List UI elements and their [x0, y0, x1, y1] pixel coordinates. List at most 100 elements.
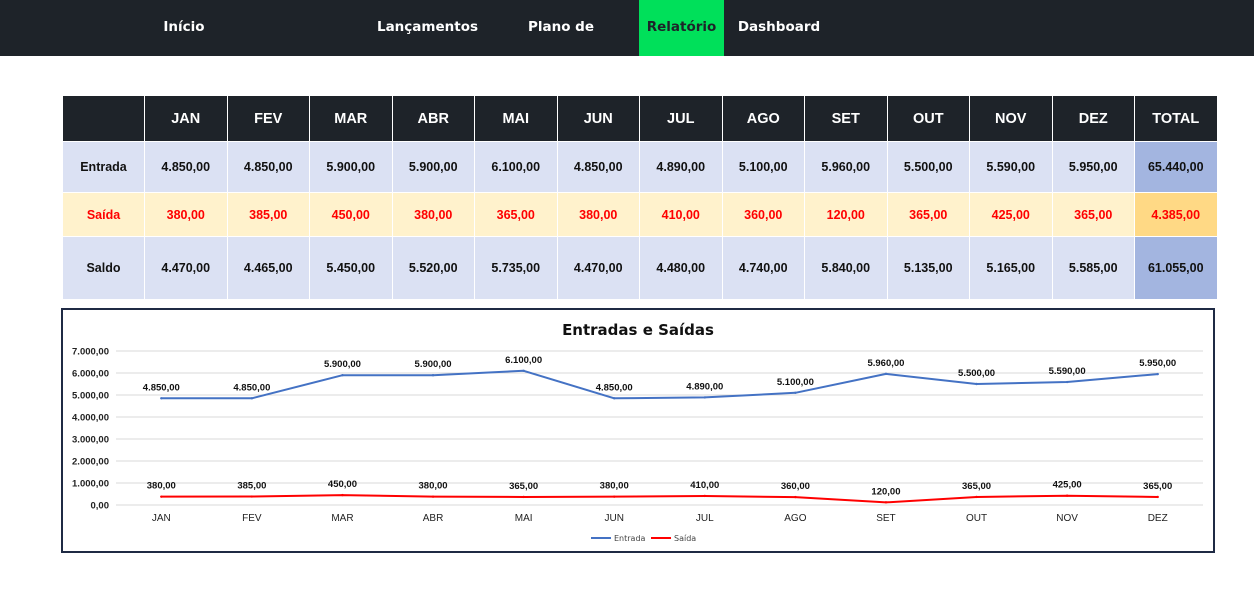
table-header-cell: JUL — [639, 95, 723, 142]
data-point — [341, 374, 344, 377]
data-point — [431, 495, 435, 498]
y-tick-label: 2.000,00 — [72, 457, 109, 468]
table-header-cell: MAI — [474, 95, 558, 142]
y-tick-label: 7.000,00 — [72, 347, 109, 358]
x-tick-label: MAI — [515, 513, 533, 524]
data-label: 380,00 — [147, 481, 176, 492]
data-point — [703, 396, 706, 399]
total-cell-entrada: 65.440,00 — [1134, 141, 1218, 193]
y-tick-label: 4.000,00 — [72, 413, 109, 424]
table-header-cell: MAR — [309, 95, 393, 142]
data-label: 5.960,00 — [867, 358, 904, 369]
data-point — [794, 391, 797, 394]
table-cell: 380,00 — [556, 192, 640, 237]
table-row-saldo: Saldo 4.470,00 4.465,00 5.450,00 5.520,0… — [62, 236, 1218, 300]
table-cell: 4.480,00 — [639, 236, 723, 300]
table-cell: 5.950,00 — [1051, 141, 1135, 193]
table-cell: 4.470,00 — [556, 236, 640, 300]
data-label: 4.850,00 — [143, 382, 180, 393]
data-label: 120,00 — [871, 486, 900, 497]
top-navigation-bar: Início Lançamentos Plano de Contas Relat… — [0, 0, 1254, 89]
table-cell: 4.740,00 — [721, 236, 805, 300]
data-label: 4.850,00 — [233, 382, 270, 393]
data-label: 5.900,00 — [324, 359, 361, 370]
table-cell: 5.520,00 — [391, 236, 475, 300]
data-point — [975, 495, 978, 499]
data-label: 4.850,00 — [596, 382, 633, 393]
series-line-saída — [161, 494, 1158, 504]
table-cell: 5.500,00 — [886, 141, 970, 193]
y-tick-label: 5.000,00 — [72, 391, 109, 402]
data-point — [1156, 495, 1159, 499]
table-cell: 4.850,00 — [556, 141, 640, 193]
table-cell: 4.850,00 — [144, 141, 228, 193]
data-point — [341, 493, 344, 497]
data-label: 4.890,00 — [686, 381, 723, 392]
data-point — [522, 495, 525, 499]
table-header-cell: DEZ — [1051, 95, 1135, 142]
data-point — [250, 397, 254, 400]
data-point — [1065, 494, 1069, 497]
table-cell: 5.100,00 — [721, 141, 805, 193]
data-label: 365,00 — [1143, 481, 1172, 492]
table-cell: 385,00 — [226, 192, 310, 237]
data-label: 450,00 — [328, 479, 357, 490]
data-point — [250, 495, 254, 498]
nav-lancamentos[interactable]: Lançamentos — [376, 0, 479, 56]
table-cell: 380,00 — [144, 192, 228, 237]
x-tick-label: JAN — [152, 513, 171, 524]
table-header-cell: FEV — [226, 95, 310, 142]
data-label: 425,00 — [1053, 480, 1082, 491]
table-cell: 450,00 — [309, 192, 393, 237]
total-cell-saldo: 61.055,00 — [1134, 236, 1218, 300]
table-cell: 120,00 — [804, 192, 888, 237]
y-tick-label: 3.000,00 — [72, 435, 109, 446]
chart-entradas-saidas: Entradas e Saídas 0,00 1.000,00 2.000,00 3.0… — [61, 308, 1215, 553]
data-point — [794, 495, 797, 499]
table-cell: 425,00 — [969, 192, 1053, 237]
nav-plano-de-contas[interactable]: Plano de Contas — [500, 0, 622, 89]
table-header-cell: OUT — [886, 95, 970, 142]
data-label: 365,00 — [509, 481, 538, 492]
table-cell: 5.735,00 — [474, 236, 558, 300]
data-point — [431, 374, 435, 377]
y-tick-label: 6.000,00 — [72, 369, 109, 380]
monthly-report-table: JAN FEV MAR ABR MAI JUN JUL AGO SET OUT … — [62, 95, 1218, 300]
data-label: 5.950,00 — [1139, 358, 1176, 369]
nav-relatorio[interactable]: Relatório — [639, 0, 724, 56]
table-row-saida: Saída 380,00 385,00 450,00 380,00 365,00… — [62, 192, 1218, 237]
data-point — [160, 397, 163, 400]
legend-label: Saída — [674, 534, 696, 543]
table-cell: 5.165,00 — [969, 236, 1053, 300]
table-cell: 5.840,00 — [804, 236, 888, 300]
nav-inicio[interactable]: Início — [147, 0, 221, 56]
data-label: 5.900,00 — [415, 359, 452, 370]
x-tick-label: FEV — [242, 513, 262, 524]
table-cell: 365,00 — [1051, 192, 1135, 237]
data-label: 5.100,00 — [777, 377, 814, 388]
table-cell: 5.590,00 — [969, 141, 1053, 193]
x-tick-label: AGO — [784, 513, 806, 524]
table-cell: 360,00 — [721, 192, 805, 237]
legend-label: Entrada — [614, 534, 646, 543]
row-label-saida: Saída — [62, 192, 145, 237]
table-cell: 4.890,00 — [639, 141, 723, 193]
data-point — [613, 495, 616, 498]
x-tick-label: JUL — [696, 513, 714, 524]
table-cell: 365,00 — [474, 192, 558, 237]
nav-dashboard[interactable]: Dashboard — [734, 0, 824, 56]
x-tick-label: SET — [876, 513, 895, 524]
row-label-saldo: Saldo — [62, 236, 145, 300]
table-header-cell: JUN — [556, 95, 640, 142]
data-point — [1156, 372, 1159, 376]
table-cell: 4.465,00 — [226, 236, 310, 300]
table-cell: 410,00 — [639, 192, 723, 237]
y-tick-label: 0,00 — [91, 501, 110, 512]
data-label: 380,00 — [419, 481, 448, 492]
table-header-total: TOTAL — [1134, 95, 1218, 142]
x-tick-label: ABR — [423, 513, 444, 524]
x-tick-label: NOV — [1056, 513, 1078, 524]
line-chart-svg: Entradas e Saídas 0,00 1.000,00 2.000,00 3.0… — [72, 321, 1203, 543]
row-label-entrada: Entrada — [62, 141, 145, 193]
data-label: 6.100,00 — [505, 355, 542, 366]
